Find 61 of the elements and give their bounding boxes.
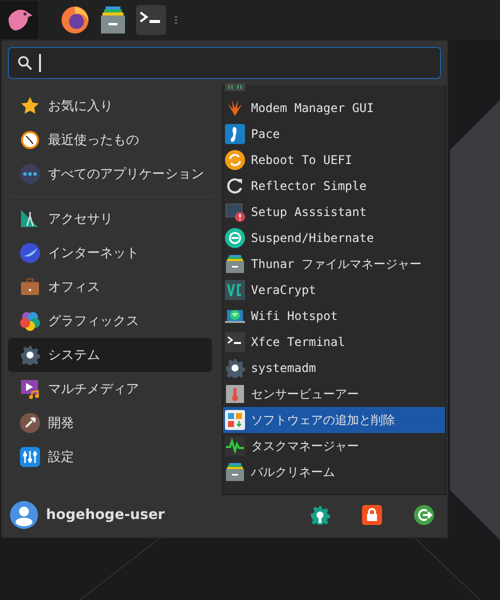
monitor-warning-icon bbox=[225, 202, 245, 222]
file-drawer-icon bbox=[98, 5, 128, 35]
meter-icon bbox=[225, 83, 245, 91]
gear-icon bbox=[225, 358, 245, 378]
app-item[interactable]: Reboot To UEFI bbox=[223, 147, 445, 173]
app-item[interactable]: Suspend/Hibernate bbox=[223, 225, 445, 251]
terminal-icon bbox=[136, 5, 166, 35]
hammer-icon bbox=[20, 413, 40, 433]
avatar-icon bbox=[10, 501, 38, 529]
category-item[interactable]: すべてのアプリケーション bbox=[8, 157, 212, 191]
drafting-tools-icon bbox=[20, 209, 40, 229]
pulse-graph-icon bbox=[225, 436, 245, 456]
app-item[interactable]: systemadm bbox=[223, 355, 445, 381]
app-item[interactable]: Reflector Simple bbox=[223, 173, 445, 199]
category-item[interactable]: グラフィックス bbox=[8, 304, 212, 338]
globe-icon bbox=[20, 243, 40, 263]
file-drawer-icon bbox=[225, 254, 245, 274]
lock-icon bbox=[362, 505, 382, 525]
category-item[interactable]: 開発 bbox=[8, 406, 212, 440]
category-item[interactable]: 設定 bbox=[8, 440, 212, 474]
sliders-icon bbox=[20, 447, 40, 467]
terminal-icon bbox=[225, 332, 245, 352]
category-item[interactable]: マルチメディア bbox=[8, 372, 212, 406]
search-field[interactable] bbox=[8, 47, 441, 79]
footprint-icon bbox=[225, 124, 245, 144]
search-icon bbox=[17, 55, 33, 71]
category-item[interactable]: アクセサリ bbox=[8, 202, 212, 236]
category-item[interactable]: オフィス bbox=[8, 270, 212, 304]
app-item[interactable]: タスクマネージャー bbox=[223, 433, 445, 459]
user-name: hogehoge-user bbox=[46, 507, 166, 523]
app-item[interactable]: Wifi Hotspot bbox=[223, 303, 445, 329]
exit-icon bbox=[414, 505, 434, 525]
flower-icon bbox=[20, 311, 40, 331]
eagle-logo-button[interactable] bbox=[0, 1, 38, 39]
file-drawer-icon bbox=[225, 462, 245, 482]
category-item[interactable]: お気に入り bbox=[8, 89, 212, 123]
dots-icon bbox=[20, 164, 40, 184]
app-item[interactable]: ソフトウェアの追加と削除 bbox=[223, 407, 445, 433]
app-item[interactable]: Xfce Terminal bbox=[223, 329, 445, 355]
thermometer-icon bbox=[225, 384, 245, 404]
clock-icon bbox=[20, 130, 40, 150]
app-item[interactable]: Pace bbox=[223, 121, 445, 147]
category-item[interactable]: システム bbox=[8, 338, 212, 372]
app-item[interactable]: Thunar ファイルマネージャー bbox=[223, 251, 445, 277]
vc-logo-icon bbox=[225, 280, 245, 300]
app-item[interactable]: バルクリネーム bbox=[223, 459, 445, 485]
category-item[interactable]: 最近使ったもの bbox=[8, 123, 212, 157]
app-item[interactable]: VeraCrypt bbox=[223, 277, 445, 303]
reload-icon bbox=[225, 176, 245, 196]
star-icon bbox=[20, 96, 40, 116]
refresh-icon bbox=[225, 150, 245, 170]
app-item[interactable]: Modem Manager GUI bbox=[223, 95, 445, 121]
app-item[interactable]: Setup Asssistant bbox=[223, 199, 445, 225]
wrench-gear-icon bbox=[310, 505, 330, 525]
film-music-icon bbox=[20, 379, 40, 399]
app-item[interactable]: センサービューアー bbox=[223, 381, 445, 407]
briefcase-icon bbox=[20, 277, 40, 297]
category-item[interactable]: インターネット bbox=[8, 236, 212, 270]
gear-icon bbox=[20, 345, 40, 365]
minus-circle-icon bbox=[225, 228, 245, 248]
squares-download-icon bbox=[225, 410, 245, 430]
